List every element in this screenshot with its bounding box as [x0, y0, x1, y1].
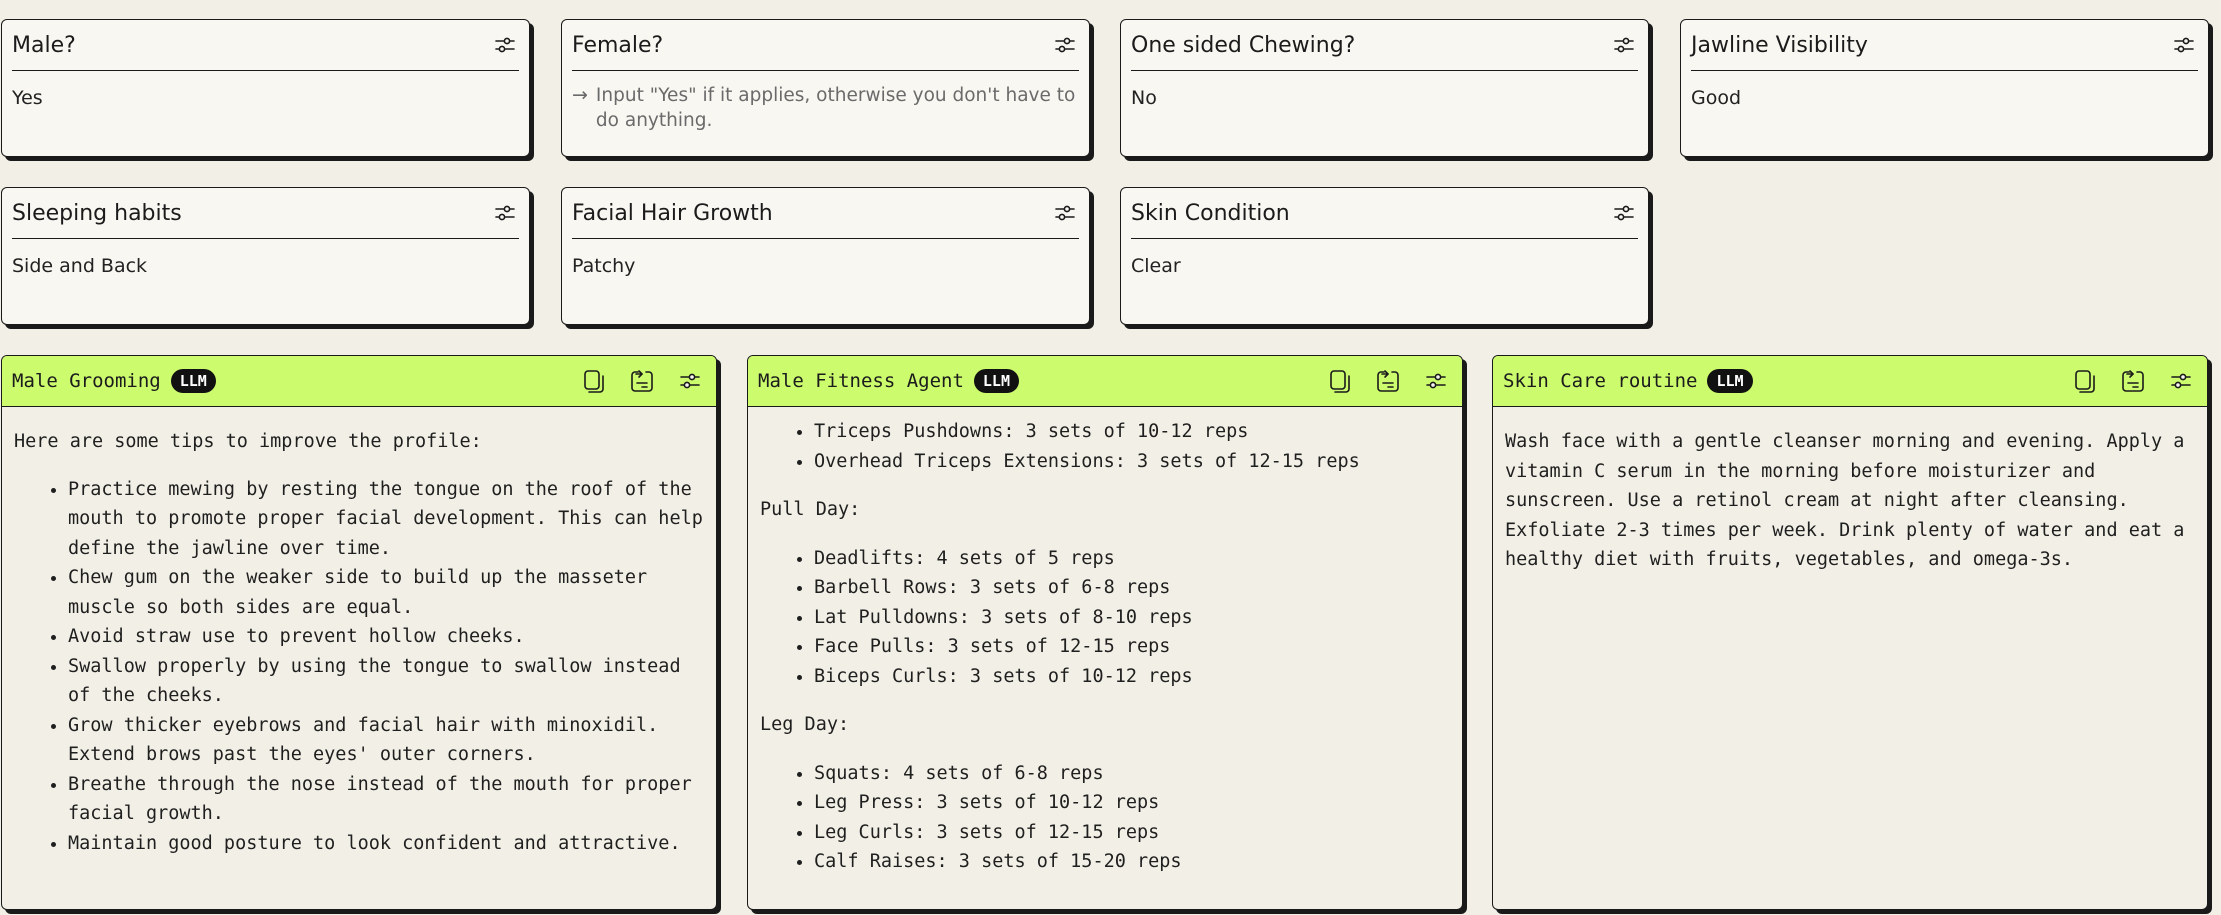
list-item: Grow thicker eyebrows and facial hair wi… — [68, 711, 704, 770]
sliders-icon[interactable] — [491, 31, 519, 59]
list-item: Face Pulls: 3 sets of 12-15 reps — [814, 632, 1450, 662]
leg-day-list: Squats: 4 sets of 6-8 reps Leg Press: 3 … — [760, 759, 1450, 877]
copy-icon[interactable] — [2069, 365, 2101, 397]
llm-badge: LLM — [1707, 369, 1753, 393]
list-item: Barbell Rows: 3 sets of 6-8 reps — [814, 573, 1450, 603]
export-icon[interactable] — [1372, 365, 1404, 397]
field-value[interactable]: Yes — [2, 71, 529, 109]
list-item: Swallow properly by using the tongue to … — [68, 652, 704, 711]
grooming-tips-list: Practice mewing by resting the tongue on… — [14, 475, 704, 859]
field-title: Jawline Visibility — [1691, 32, 1868, 58]
field-card-female: Female? → Input "Yes" if it applies, oth… — [561, 19, 1090, 157]
sliders-icon[interactable] — [491, 199, 519, 227]
list-item: Overhead Triceps Extensions: 3 sets of 1… — [814, 447, 1450, 477]
field-input[interactable]: → Input "Yes" if it applies, otherwise y… — [562, 71, 1089, 133]
list-item: Squats: 4 sets of 6-8 reps — [814, 759, 1450, 789]
field-card-jawline-visibility: Jawline Visibility Good — [1680, 19, 2209, 157]
field-card-skin-condition: Skin Condition Clear — [1120, 187, 1649, 325]
list-item: Chew gum on the weaker side to build up … — [68, 563, 704, 622]
field-card-sleeping-habits: Sleeping habits Side and Back — [1, 187, 530, 325]
sliders-icon[interactable] — [1610, 199, 1638, 227]
list-item: Practice mewing by resting the tongue on… — [68, 475, 704, 564]
field-title: Facial Hair Growth — [572, 200, 773, 226]
grooming-intro: Here are some tips to improve the profil… — [14, 431, 482, 452]
field-value[interactable]: Side and Back — [2, 239, 529, 277]
sliders-icon[interactable] — [1051, 31, 1079, 59]
field-title: Sleeping habits — [12, 200, 182, 226]
copy-icon[interactable] — [1324, 365, 1356, 397]
pull-day-list: Deadlifts: 4 sets of 5 reps Barbell Rows… — [760, 544, 1450, 692]
field-card-facial-hair-growth: Facial Hair Growth Patchy — [561, 187, 1090, 325]
field-title: Skin Condition — [1131, 200, 1290, 226]
field-value[interactable]: Patchy — [562, 239, 1089, 277]
sliders-icon[interactable] — [2170, 31, 2198, 59]
field-card-male: Male? Yes — [1, 19, 530, 157]
list-item: Maintain good posture to look confident … — [68, 829, 704, 859]
list-item: Lat Pulldowns: 3 sets of 8-10 reps — [814, 603, 1450, 633]
field-value[interactable]: Good — [1681, 71, 2208, 109]
push-day-list: Triceps Pushdowns: 3 sets of 10-12 reps … — [760, 417, 1450, 476]
panel-title: Male Grooming — [12, 370, 161, 392]
list-item: Biceps Curls: 3 sets of 10-12 reps — [814, 662, 1450, 692]
pull-day-heading: Pull Day: — [760, 499, 861, 520]
list-item: Avoid straw use to prevent hollow cheeks… — [68, 622, 704, 652]
list-item: Triceps Pushdowns: 3 sets of 10-12 reps — [814, 417, 1450, 447]
sliders-icon[interactable] — [2165, 365, 2197, 397]
field-placeholder: Input "Yes" if it applies, otherwise you… — [595, 85, 1076, 131]
panel-title: Male Fitness Agent — [758, 370, 964, 392]
sliders-icon[interactable] — [1051, 199, 1079, 227]
arrow-right-icon: → — [572, 84, 588, 106]
field-title: Male? — [12, 32, 76, 58]
list-item: Breathe through the nose instead of the … — [68, 770, 704, 829]
panel-male-grooming: Male Grooming LLM Here are some tips to … — [1, 355, 717, 910]
panel-title: Skin Care routine — [1503, 370, 1698, 392]
sliders-icon[interactable] — [1420, 365, 1452, 397]
skincare-text: Wash face with a gentle cleanser morning… — [1505, 431, 2185, 570]
sliders-icon[interactable] — [1610, 31, 1638, 59]
field-value[interactable]: No — [1121, 71, 1648, 109]
list-item: Deadlifts: 4 sets of 5 reps — [814, 544, 1450, 574]
llm-badge: LLM — [973, 369, 1019, 393]
panel-skin-care-routine: Skin Care routine LLM Wash face with a g… — [1492, 355, 2208, 910]
panel-male-fitness-agent: Male Fitness Agent LLM Triceps Pushdowns… — [747, 355, 1463, 910]
leg-day-heading: Leg Day: — [760, 714, 850, 735]
field-card-one-sided-chewing: One sided Chewing? No — [1120, 19, 1649, 157]
llm-badge: LLM — [170, 369, 216, 393]
field-title: Female? — [572, 32, 664, 58]
field-title: One sided Chewing? — [1131, 32, 1356, 58]
field-value[interactable]: Clear — [1121, 239, 1648, 277]
list-item: Leg Press: 3 sets of 10-12 reps — [814, 788, 1450, 818]
export-icon[interactable] — [2117, 365, 2149, 397]
list-item: Leg Curls: 3 sets of 12-15 reps — [814, 818, 1450, 848]
export-icon[interactable] — [626, 365, 658, 397]
fitness-scroll-area[interactable]: Triceps Pushdowns: 3 sets of 10-12 reps … — [748, 407, 1462, 877]
list-item: Calf Raises: 3 sets of 15-20 reps — [814, 847, 1450, 877]
copy-icon[interactable] — [578, 365, 610, 397]
sliders-icon[interactable] — [674, 365, 706, 397]
